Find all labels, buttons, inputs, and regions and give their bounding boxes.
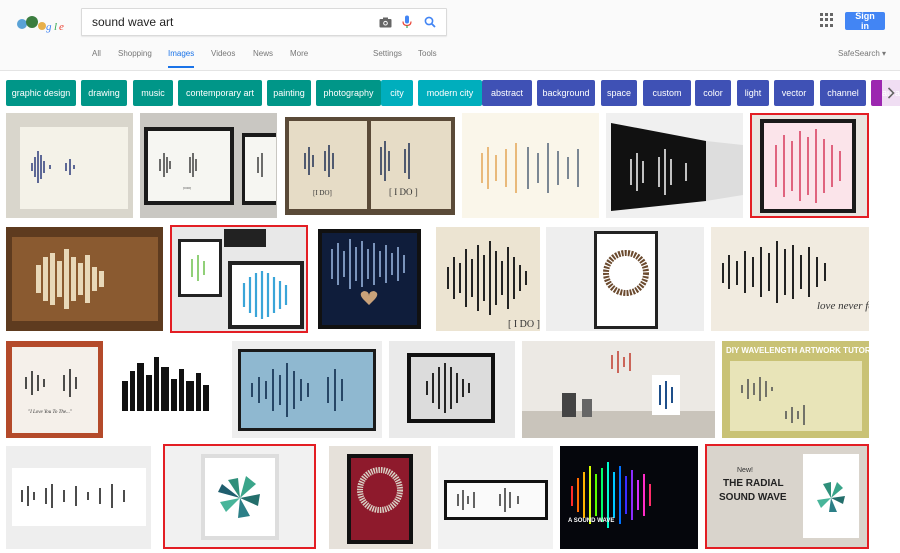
related-chips-bar: graphic design drawing music contemporar… xyxy=(6,80,900,106)
chevron-right-icon[interactable] xyxy=(882,80,900,106)
image-result[interactable] xyxy=(329,446,431,549)
image-caption: love never fails xyxy=(817,300,869,312)
image-result[interactable] xyxy=(110,341,225,438)
chip-space[interactable]: space xyxy=(601,80,637,106)
safesearch-toggle[interactable]: SafeSearch ▾ xyxy=(838,49,886,58)
chip-painting[interactable]: painting xyxy=(267,80,311,106)
tab-more[interactable]: More xyxy=(290,49,308,66)
chip-music[interactable]: music xyxy=(133,80,173,106)
image-caption: SOUND WAVE xyxy=(719,492,787,503)
chip-contemporary-art[interactable]: contemporary art xyxy=(178,80,262,106)
image-caption: "I Love You To The..." xyxy=(28,410,73,415)
tab-videos[interactable]: Videos xyxy=(211,49,235,66)
image-result[interactable]: A SOUND WAVE xyxy=(560,446,698,549)
tab-tools[interactable]: Tools xyxy=(418,49,437,66)
image-caption: [ I DO ] xyxy=(508,319,540,330)
chip-graphic-design[interactable]: graphic design xyxy=(6,80,76,106)
header-bar: g l e Sign in All Shopping Images Videos… xyxy=(0,0,900,71)
chip-modern-city[interactable]: modern city xyxy=(418,80,482,106)
chip-light[interactable]: light xyxy=(737,80,769,106)
chip-photography[interactable]: photography xyxy=(316,80,381,106)
svg-text:g: g xyxy=(46,21,52,33)
image-caption: [ I DO ] xyxy=(389,187,418,197)
search-box xyxy=(81,8,447,36)
camera-icon[interactable] xyxy=(376,13,394,31)
image-result[interactable] xyxy=(389,341,515,438)
chip-background[interactable]: background xyxy=(537,80,595,106)
microphone-icon[interactable] xyxy=(398,13,416,31)
google-logo[interactable]: g l e xyxy=(12,10,72,36)
image-result[interactable]: [ I DO ] xyxy=(436,227,540,331)
image-result-selected[interactable] xyxy=(750,113,869,218)
tab-images[interactable]: Images xyxy=(168,49,195,68)
image-result-selected[interactable] xyxy=(170,225,308,333)
image-result-selected[interactable]: New! THE RADIAL SOUND WAVE xyxy=(705,444,869,549)
tab-all[interactable]: All xyxy=(92,49,101,66)
image-caption: A SOUND WAVE xyxy=(568,518,614,524)
chip-channel[interactable]: channel xyxy=(820,80,866,106)
image-result[interactable]: DIY WAVELENGTH ARTWORK TUTORIAL xyxy=(722,341,869,438)
svg-text:e: e xyxy=(59,21,64,33)
tab-news[interactable]: News xyxy=(253,49,273,66)
image-result[interactable]: [I DO] xyxy=(140,113,277,218)
image-caption: DIY WAVELENGTH ARTWORK TUTORIAL xyxy=(726,346,869,355)
chip-drawing[interactable]: drawing xyxy=(81,80,127,106)
apps-grid-icon[interactable] xyxy=(820,13,834,27)
image-result[interactable] xyxy=(232,341,382,438)
image-result-selected[interactable] xyxy=(163,444,316,549)
search-icon[interactable] xyxy=(421,13,439,31)
image-result[interactable]: love never fails xyxy=(711,227,869,331)
image-caption: THE RADIAL xyxy=(723,478,784,489)
image-result[interactable] xyxy=(522,341,715,438)
image-result[interactable] xyxy=(6,113,133,218)
tab-settings[interactable]: Settings xyxy=(373,49,402,66)
image-caption: New! xyxy=(737,467,753,474)
chip-color[interactable]: color xyxy=(695,80,731,106)
search-input[interactable] xyxy=(92,13,362,31)
image-result[interactable] xyxy=(318,229,421,329)
image-result[interactable] xyxy=(438,446,553,549)
image-caption: [I DO] xyxy=(183,186,191,190)
image-result[interactable]: "I Love You To The..." xyxy=(6,341,103,438)
chip-abstract[interactable]: abstract xyxy=(482,80,532,106)
image-result[interactable] xyxy=(6,446,151,549)
image-result[interactable] xyxy=(462,113,599,218)
sign-in-button[interactable]: Sign in xyxy=(845,11,885,31)
image-result[interactable]: [I DO] [ I DO ] xyxy=(285,117,455,215)
image-result[interactable] xyxy=(606,113,743,218)
svg-text:l: l xyxy=(54,21,57,33)
image-result[interactable] xyxy=(6,227,163,331)
image-result[interactable] xyxy=(546,227,704,331)
chip-vector[interactable]: vector xyxy=(774,80,814,106)
chip-city[interactable]: city xyxy=(381,80,413,106)
tab-shopping[interactable]: Shopping xyxy=(118,49,152,66)
image-caption: [I DO] xyxy=(313,189,332,197)
chip-custom[interactable]: custom xyxy=(643,80,691,106)
